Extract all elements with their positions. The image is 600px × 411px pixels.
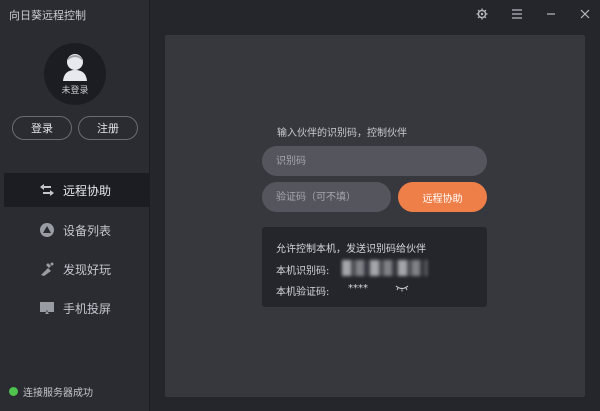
status-text: 连接服务器成功 — [23, 388, 93, 399]
local-id-value-blurred — [342, 260, 427, 276]
remote-assist-panel: 输入伙伴的识别码，控制伙伴 远程协助 允许控制本机，发送识别码给伙伴 本机识别码… — [165, 35, 585, 397]
sidebar-item-label: 手机投屏 — [63, 302, 112, 316]
sidebar-item-device-list[interactable]: 设备列表 — [0, 213, 150, 247]
sidebar-item-label: 远程协助 — [63, 184, 112, 198]
device-list-icon — [40, 223, 54, 237]
partner-id-input[interactable] — [262, 146, 487, 176]
screen-mirror-icon — [40, 302, 54, 315]
register-button[interactable]: 注册 — [78, 116, 138, 140]
sidebar-item-screen-mirror[interactable]: 手机投屏 — [0, 291, 150, 325]
gear-icon — [476, 8, 488, 20]
sidebar-item-label: 设备列表 — [63, 224, 112, 238]
login-button[interactable]: 登录 — [12, 116, 72, 140]
minimize-icon — [547, 13, 555, 15]
menu-icon — [512, 9, 522, 19]
close-icon — [580, 9, 590, 19]
show-code-eye-icon[interactable] — [395, 283, 409, 293]
settings-button[interactable] — [474, 6, 490, 22]
verification-code-input[interactable] — [262, 182, 391, 212]
remote-assist-button[interactable]: 远程协助 — [398, 182, 487, 212]
local-code-label: 本机验证码: — [276, 287, 330, 298]
app-window: 向日葵远程控制 未登录 登录 注册 远程协助 设备列表 发现好玩 手机投屏 连接… — [0, 0, 600, 411]
close-button[interactable] — [577, 6, 593, 22]
sidebar-item-label: 发现好玩 — [63, 263, 112, 277]
discover-icon — [41, 262, 54, 276]
local-device-info: 允许控制本机，发送识别码给伙伴 本机识别码: 本机验证码: **** — [262, 227, 487, 307]
minimize-button[interactable] — [543, 6, 559, 22]
login-status-label: 未登录 — [61, 86, 89, 96]
remote-assist-icon — [40, 184, 54, 196]
sidebar: 向日葵远程控制 未登录 登录 注册 远程协助 设备列表 发现好玩 手机投屏 连接… — [0, 0, 150, 411]
server-status: 连接服务器成功 — [9, 384, 93, 399]
sidebar-item-remote-assist[interactable]: 远程协助 — [4, 173, 150, 207]
partner-prompt: 输入伙伴的识别码，控制伙伴 — [277, 128, 407, 139]
status-dot-icon — [9, 387, 18, 396]
menu-button[interactable] — [509, 6, 525, 22]
allow-control-text: 允许控制本机，发送识别码给伙伴 — [276, 244, 426, 255]
local-code-value: **** — [348, 283, 368, 294]
user-avatar-icon — [63, 54, 87, 81]
local-id-label: 本机识别码: — [276, 266, 330, 277]
avatar[interactable]: 未登录 — [44, 43, 106, 105]
sidebar-item-discover[interactable]: 发现好玩 — [0, 252, 150, 286]
app-title: 向日葵远程控制 — [9, 9, 86, 22]
